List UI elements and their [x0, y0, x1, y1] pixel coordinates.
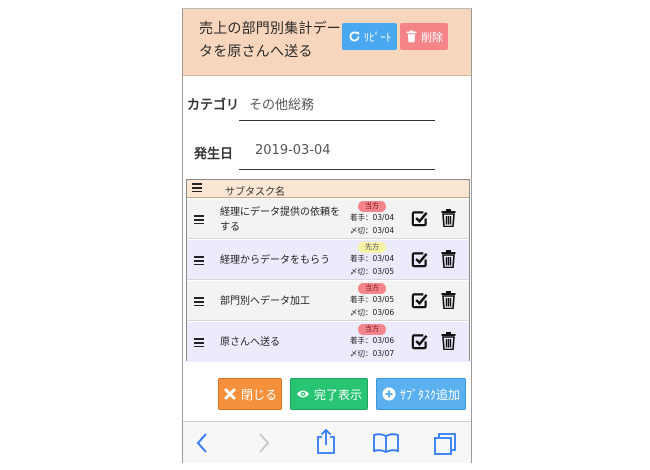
task-title: 売上の部門別集計データを原さんへ送る — [199, 21, 341, 60]
show-done-button[interactable]: 完了表示 — [290, 378, 368, 410]
eye-icon — [296, 390, 310, 398]
table-row[interactable]: 経理からデータをもらう 先方 着手：03/04 〆切：03/05 — [187, 240, 469, 280]
drag-handle-icon[interactable] — [194, 256, 204, 265]
close-button-label: 閉じる — [240, 387, 277, 402]
table-row[interactable]: 部門別へデータ加工 当方 着手：03/05 〆切：03/06 — [187, 281, 469, 321]
trash-icon — [406, 30, 417, 43]
refresh-icon — [349, 31, 360, 42]
delete-button-label: 削除 — [421, 30, 443, 44]
subtask-name: 原さんへ送る — [220, 337, 280, 348]
date-label: 発生日 — [194, 147, 234, 162]
checkbox-done-icon[interactable] — [411, 333, 428, 350]
subtask-name: 部門別へデータ加工 — [220, 296, 310, 307]
start-date: 着手：03/04 — [350, 213, 395, 222]
table-row[interactable]: 経理にデータ提供の依頼をする 当方 着手：03/04 〆切：03/04 — [187, 199, 469, 239]
due-date: 〆切：03/04 — [350, 226, 395, 235]
close-icon — [224, 388, 236, 400]
due-date: 〆切：03/06 — [350, 308, 395, 317]
drag-handle-icon[interactable] — [194, 215, 204, 224]
due-date: 〆切：03/05 — [350, 267, 395, 276]
drag-handle-icon[interactable] — [194, 338, 204, 347]
tabs-icon[interactable] — [433, 432, 457, 456]
checkbox-done-icon[interactable] — [411, 292, 428, 309]
date-underline — [239, 169, 435, 170]
forward-icon[interactable] — [257, 432, 271, 454]
subtask-name: 経理にデータ提供の依頼をする — [220, 207, 340, 233]
subtask-name: 経理からデータをもらう — [220, 255, 330, 266]
trash-icon[interactable] — [441, 291, 456, 309]
subtask-header: サブタスク名 — [187, 180, 469, 198]
category-value[interactable]: その他総務 — [249, 94, 314, 113]
drag-handle-icon[interactable] — [194, 297, 204, 306]
repeat-button-label: ﾘﾋﾟｰﾄ — [363, 30, 392, 44]
phone-screen: 売上の部門別集計データを原さんへ送る ﾘﾋﾟｰﾄ 削除 カテゴリ その他総務 発… — [182, 8, 472, 463]
start-date: 着手：03/04 — [350, 254, 395, 263]
repeat-button[interactable]: ﾘﾋﾟｰﾄ — [342, 23, 397, 50]
bookmarks-icon[interactable] — [372, 432, 400, 454]
start-date: 着手：03/06 — [350, 336, 395, 345]
plus-circle-icon — [382, 387, 396, 401]
date-value[interactable]: 2019-03-04 — [255, 143, 331, 158]
back-icon[interactable] — [195, 432, 209, 454]
browser-toolbar — [183, 421, 471, 463]
category-underline — [239, 120, 435, 121]
subtask-header-label: サブタスク名 — [225, 187, 285, 198]
table-row[interactable]: 原さんへ送る 当方 着手：03/06 〆切：03/07 — [187, 322, 469, 362]
trash-icon[interactable] — [441, 209, 456, 227]
due-date: 〆切：03/07 — [350, 349, 395, 358]
subtask-table: サブタスク名 経理にデータ提供の依頼をする 当方 着手：03/04 〆切：03/… — [186, 179, 470, 362]
checkbox-done-icon[interactable] — [411, 251, 428, 268]
trash-icon[interactable] — [441, 332, 456, 350]
trash-icon[interactable] — [441, 250, 456, 268]
start-date: 着手：03/05 — [350, 295, 395, 304]
category-label: カテゴリ — [187, 98, 240, 113]
add-subtask-button[interactable]: ｻﾌﾞﾀｽｸ追加 — [376, 378, 466, 410]
delete-button[interactable]: 削除 — [400, 23, 448, 50]
share-icon[interactable] — [315, 428, 337, 455]
checkbox-done-icon[interactable] — [411, 210, 428, 227]
close-button[interactable]: 閉じる — [218, 378, 282, 410]
task-header: 売上の部門別集計データを原さんへ送る ﾘﾋﾟｰﾄ 削除 — [183, 9, 471, 76]
show-done-button-label: 完了表示 — [313, 387, 362, 402]
menu-icon — [192, 183, 202, 192]
add-subtask-button-label: ｻﾌﾞﾀｽｸ追加 — [399, 387, 460, 402]
